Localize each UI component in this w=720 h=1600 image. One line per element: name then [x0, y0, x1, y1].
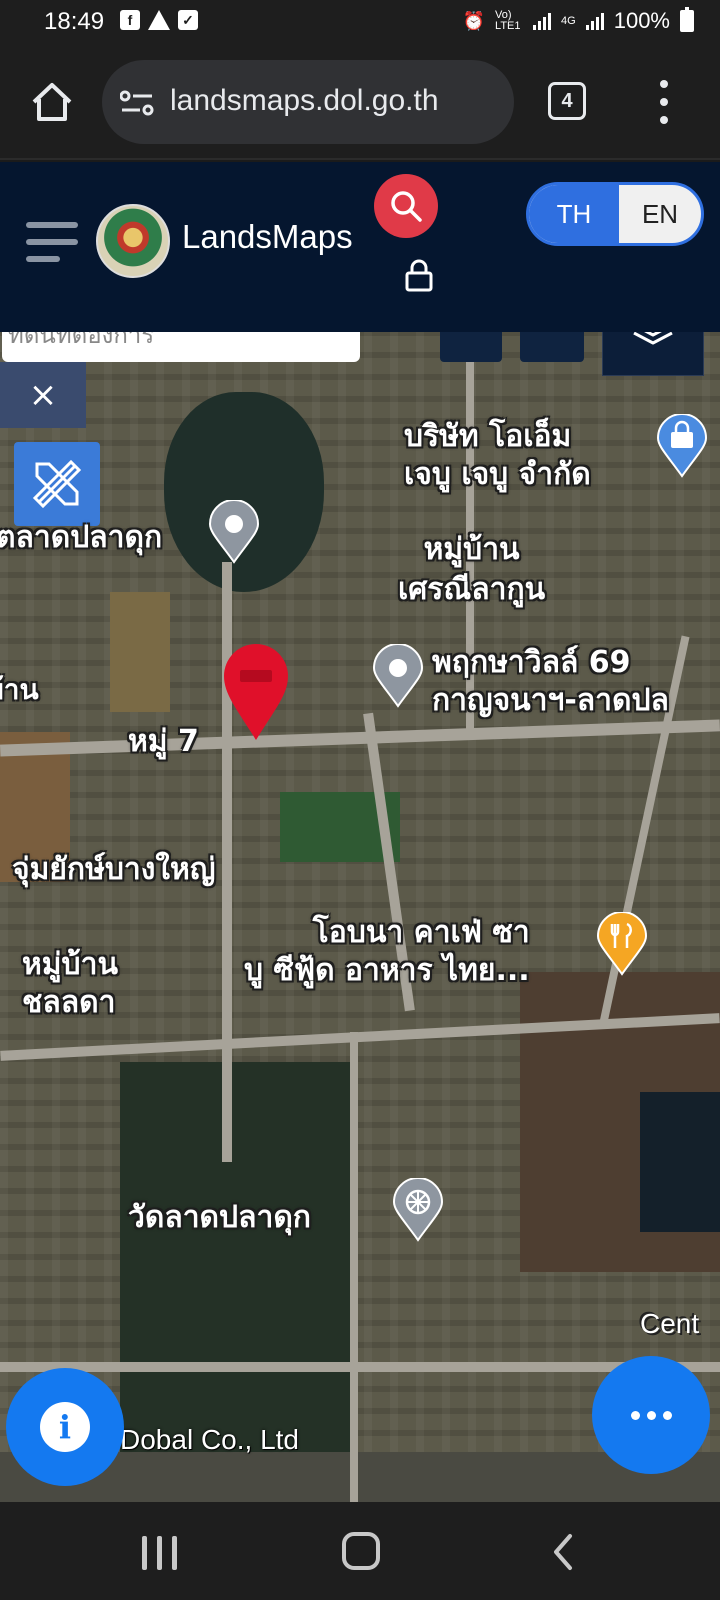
- poi-marker-icon[interactable]: [372, 644, 424, 708]
- facebook-icon: f: [120, 10, 140, 30]
- browser-toolbar: landsmaps.dol.go.th 4: [0, 48, 720, 160]
- info-button[interactable]: i: [6, 1368, 124, 1486]
- system-icons: ⏰ Vo) LTE1 4G 100%: [462, 7, 694, 34]
- status-time: 18:49: [44, 8, 105, 35]
- poi-marker-icon[interactable]: [208, 500, 260, 564]
- poi-label-pruksa: พฤกษาวิลล์ 69 กาญจนาฯ-ลาดปล: [432, 645, 669, 718]
- ruler-pencil-icon: [32, 459, 82, 509]
- lock-icon[interactable]: [404, 258, 434, 292]
- browser-menu-icon[interactable]: [654, 80, 674, 124]
- poi-label-temple: วัดลาดปลาดุก: [128, 1200, 311, 1235]
- place-label-cent: Cent: [640, 1308, 700, 1339]
- signal-icon: [533, 12, 552, 30]
- department-logo: [96, 204, 170, 278]
- ruler-chip[interactable]: [520, 332, 584, 362]
- road: [350, 1032, 358, 1502]
- search-icon: [391, 191, 422, 222]
- signal-icon-2: [585, 12, 604, 30]
- wheel-temple-icon[interactable]: [392, 1178, 444, 1242]
- address-bar[interactable]: landsmaps.dol.go.th: [102, 60, 514, 144]
- recent-apps-button[interactable]: [142, 1536, 177, 1570]
- checkbox-icon: ✓: [178, 10, 198, 30]
- more-icon: [630, 1410, 640, 1420]
- url-text[interactable]: landsmaps.dol.go.th: [170, 84, 439, 118]
- map-view[interactable]: ที่ดินที่ต้องการ × บริษัท โอเอ็ม เจบู เจ…: [0, 332, 720, 1502]
- lang-en-button[interactable]: EN: [619, 185, 701, 243]
- search-button[interactable]: [374, 174, 438, 238]
- app-header: LandsMaps TH EN: [0, 162, 720, 332]
- battery-text: 100%: [613, 8, 670, 33]
- village-label-chonlada: หมู่บ้าน ชลลดา: [22, 947, 118, 1020]
- place-label-jum-yak: จุ่มยักษ์บางใหญ่: [12, 852, 216, 887]
- field: [110, 592, 170, 712]
- layers-icon: [633, 332, 673, 345]
- close-button[interactable]: ×: [0, 362, 86, 428]
- volte-label: Vo) LTE1: [495, 9, 521, 32]
- notification-icons: f ✓: [120, 10, 198, 30]
- home-nav-button[interactable]: [342, 1532, 380, 1570]
- info-icon: i: [40, 1402, 90, 1452]
- app-brand: LandsMaps: [182, 218, 353, 255]
- lang-th-button[interactable]: TH: [529, 185, 619, 243]
- home-icon[interactable]: [30, 80, 74, 124]
- warning-icon: [148, 10, 170, 30]
- parcel-search-field[interactable]: ที่ดินที่ต้องการ: [2, 332, 360, 362]
- restaurant-poi-icon[interactable]: [596, 912, 648, 976]
- system-nav-bar: [0, 1502, 720, 1600]
- village-label-serni: หมู่บ้าน เศรณีลากูน: [398, 532, 546, 607]
- status-bar: 18:49 f ✓ ⏰ Vo) LTE1 4G 100%: [0, 0, 720, 48]
- layers-button[interactable]: [602, 332, 704, 376]
- site-settings-icon[interactable]: [120, 90, 154, 116]
- road: [0, 719, 720, 757]
- field: [640, 1092, 720, 1232]
- more-options-button[interactable]: [592, 1356, 710, 1474]
- map-attribution: Dobal Co., Ltd: [120, 1424, 299, 1455]
- measure-tool-button[interactable]: [14, 442, 100, 526]
- edge-label: บ้าน: [0, 673, 39, 706]
- alarm-icon: ⏰: [462, 10, 486, 31]
- map-pin-icon[interactable]: [220, 640, 292, 744]
- battery-icon: [680, 7, 694, 32]
- shopping-poi-icon[interactable]: [656, 414, 708, 478]
- language-toggle[interactable]: TH EN: [526, 182, 704, 246]
- poi-label-restaurant: โอบนา คาเฟ่ ซา บู ซีฟู้ด อาหาร ไทย...: [244, 915, 530, 988]
- tab-switcher-button[interactable]: 4: [548, 82, 586, 120]
- poi-label-market: ตลาดปลาดุก: [0, 520, 163, 555]
- poi-label-company: บริษัท โอเอ็ม เจบู เจบู จำกัด: [404, 419, 591, 492]
- moo-label: หมู่ 7: [128, 724, 199, 759]
- network-label: 4G: [561, 14, 576, 27]
- hamburger-menu-icon[interactable]: [26, 222, 78, 262]
- measure-chip[interactable]: [440, 332, 502, 362]
- back-icon[interactable]: [548, 1532, 578, 1572]
